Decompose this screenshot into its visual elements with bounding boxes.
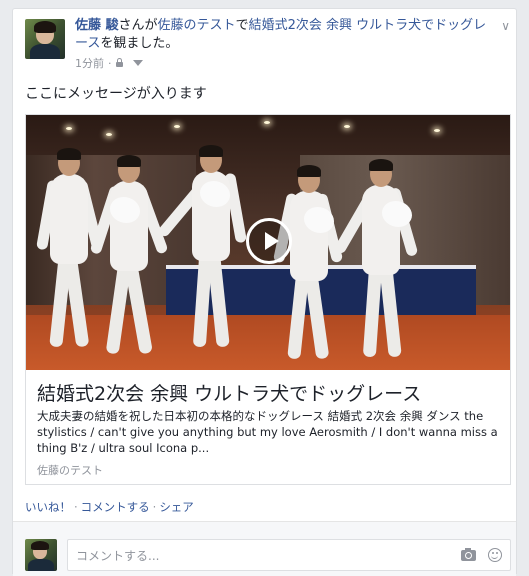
commenter-avatar xyxy=(25,539,57,571)
attachment-description: 大成夫妻の結婚を祝した日本初の本格的なドッグレース 結婚式 2次会 余興 ダンス… xyxy=(37,409,498,455)
chevron-down-icon[interactable]: ∨ xyxy=(501,19,510,33)
headline-text-2: で xyxy=(235,18,249,33)
headline-text-1: さんが xyxy=(118,18,158,33)
headline-text-3: を観ました。 xyxy=(100,36,179,51)
action-sep: · xyxy=(74,500,78,514)
attachment-source: 佐藤のテスト xyxy=(37,464,103,477)
share-link[interactable]: シェア xyxy=(159,500,194,514)
page-name-link[interactable]: 佐藤のテスト xyxy=(158,18,236,33)
video-thumbnail[interactable] xyxy=(26,115,510,370)
post-message: ここにメッセージが入ります xyxy=(25,86,207,102)
post-meta: 1分前 · xyxy=(75,55,143,71)
meta-separator: · xyxy=(108,56,112,70)
comment-box[interactable] xyxy=(67,539,511,571)
lock-icon xyxy=(115,57,123,67)
timestamp-link[interactable]: 1分前 xyxy=(75,55,104,71)
action-sep: · xyxy=(152,500,157,514)
author-name-link[interactable]: 佐藤 駿 xyxy=(75,18,119,33)
emoji-icon[interactable] xyxy=(488,548,502,562)
camera-icon[interactable] xyxy=(461,548,476,561)
action-bar: いいね！ · コメントする · シェア xyxy=(25,499,194,515)
audience-caret-icon[interactable] xyxy=(132,60,143,66)
story-headline: 佐藤 駿さんが佐藤のテストで結婚式2次会 余興 ウルトラ犬でドッグレースを観まし… xyxy=(75,17,489,53)
comment-input[interactable] xyxy=(74,546,438,566)
comment-area xyxy=(13,521,516,576)
play-icon[interactable] xyxy=(246,218,292,264)
comment-link[interactable]: コメントする xyxy=(81,500,150,514)
video-attachment[interactable]: 結婚式2次会 余興 ウルトラ犬でドッグレース 大成夫妻の結婚を祝した日本初の本格… xyxy=(25,114,511,485)
like-link[interactable]: いいね！ xyxy=(25,500,71,514)
feed-story-card: 佐藤 駿さんが佐藤のテストで結婚式2次会 余興 ウルトラ犬でドッグレースを観まし… xyxy=(12,8,517,576)
attachment-title[interactable]: 結婚式2次会 余興 ウルトラ犬でドッグレース xyxy=(37,379,421,406)
author-avatar[interactable] xyxy=(25,19,65,59)
